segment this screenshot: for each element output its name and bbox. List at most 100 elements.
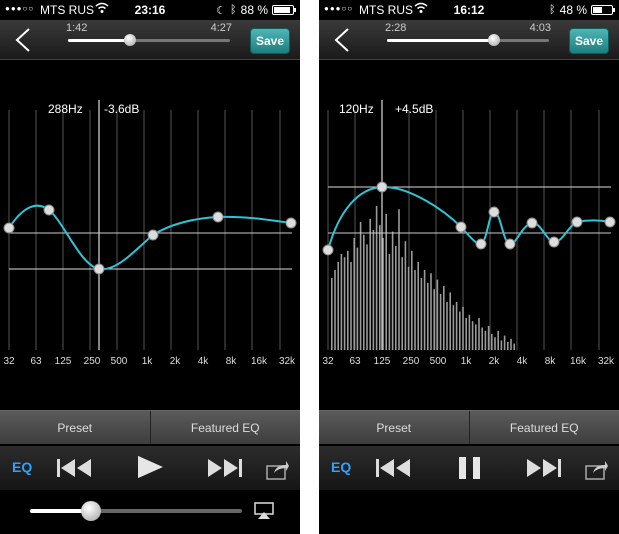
spectrum-bar: [420, 278, 423, 350]
skip-back-icon[interactable]: [55, 456, 95, 480]
eq-node[interactable]: [604, 216, 616, 228]
total-time: 4:03: [529, 22, 551, 34]
eq-node[interactable]: [526, 217, 538, 229]
player-topbar: 2:28 4:03 Save: [319, 20, 619, 60]
eq-node[interactable]: [475, 238, 487, 250]
moon-icon: ☾: [216, 4, 227, 17]
status-bar: ●●●○○ MTS RUS 16:12 ᛒ 48 %: [319, 0, 619, 20]
player-topbar: 1:42 4:27 Save: [0, 20, 300, 60]
back-button[interactable]: [329, 26, 355, 54]
spectrum-bar: [407, 266, 410, 350]
spectrum-bar: [331, 278, 333, 350]
eq-tabs: Preset Featured EQ: [0, 410, 300, 444]
save-button[interactable]: Save: [250, 28, 290, 54]
skip-forward-icon[interactable]: [204, 456, 244, 480]
spectrum-bar: [388, 254, 391, 350]
spectrum-bar: [430, 273, 432, 350]
spectrum-bar: [379, 225, 381, 350]
eq-chart-right[interactable]: 120Hz +4.5dB 32 63 125 250 500 1k 2k 4k …: [319, 60, 619, 410]
total-time: 4:27: [210, 22, 232, 34]
equalizer-graph[interactable]: 120Hz +4.5dB 32 63 125 250 500 1k 2k 4k …: [319, 60, 619, 410]
eq-node[interactable]: [43, 204, 55, 216]
freq-label: 32: [3, 356, 15, 367]
volume-slider[interactable]: [30, 501, 242, 521]
play-icon[interactable]: [134, 455, 166, 479]
spectrum-bar: [350, 262, 352, 350]
transport-controls: EQ: [0, 446, 300, 490]
spectrum-bar: [404, 241, 407, 350]
spectrum-bar: [513, 343, 515, 350]
share-icon[interactable]: [585, 458, 609, 482]
eq-node[interactable]: [455, 221, 467, 233]
back-button[interactable]: [10, 26, 36, 54]
eq-node[interactable]: [322, 244, 334, 256]
freq-label: 63: [349, 356, 361, 367]
spectrum-bar: [446, 302, 448, 350]
freq-axis: 32 63 125 250 500 1k 2k 4k 8k 16k 32k: [322, 356, 615, 367]
freq-label: 1k: [142, 356, 154, 367]
pause-icon[interactable]: [457, 456, 483, 480]
track-progress-slider[interactable]: [68, 34, 230, 46]
tab-featured-eq[interactable]: Featured EQ: [149, 411, 301, 444]
spectrum-bar: [484, 330, 487, 350]
eq-button[interactable]: EQ: [12, 459, 32, 475]
eq-band-lines: [8, 110, 281, 350]
spectrum-bar: [427, 282, 429, 350]
spectrum-bar: [385, 214, 387, 350]
airplay-icon[interactable]: [254, 502, 274, 520]
freq-label: 63: [30, 356, 42, 367]
freq-label: 4k: [517, 356, 529, 367]
spectrum-bar: [423, 270, 426, 350]
eq-node[interactable]: [488, 206, 500, 218]
freq-label: 32k: [279, 356, 296, 367]
spectrum-bar: [414, 270, 416, 350]
freq-label: 32k: [598, 356, 615, 367]
spectrum-bar: [369, 218, 371, 350]
eq-node[interactable]: [147, 229, 159, 241]
eq-node-selected[interactable]: [93, 263, 105, 275]
save-button[interactable]: Save: [569, 28, 609, 54]
status-bar: ●●●○○ MTS RUS 23:16 ☾ ᛒ 88 %: [0, 0, 300, 20]
tab-featured-eq[interactable]: Featured EQ: [468, 411, 619, 444]
progress-knob[interactable]: [123, 34, 136, 46]
transport-controls: EQ: [319, 446, 619, 490]
spectrum-bar: [401, 257, 403, 350]
freq-label: 2k: [170, 356, 182, 367]
tab-preset[interactable]: Preset: [319, 411, 469, 444]
spectrum-bar: [411, 250, 413, 350]
eq-chart-left[interactable]: 288Hz -3.6dB 32 63 125 250 500 1k 2k 4k …: [0, 60, 300, 410]
gain-readout: -3.6dB: [104, 102, 139, 116]
eq-node[interactable]: [504, 238, 516, 250]
elapsed-time: 2:28: [385, 22, 407, 34]
progress-knob[interactable]: [487, 34, 500, 46]
eq-node[interactable]: [548, 236, 560, 248]
track-progress-slider[interactable]: [387, 34, 549, 46]
eq-node-selected[interactable]: [376, 181, 388, 193]
share-icon[interactable]: [266, 458, 290, 482]
freq-label: 32: [322, 356, 334, 367]
spectrum-bar: [500, 340, 503, 350]
battery-icon: [591, 5, 615, 15]
spectrum-bar: [503, 335, 506, 350]
spectrum-bar: [497, 330, 499, 350]
equalizer-graph[interactable]: 288Hz -3.6dB 32 63 125 250 500 1k 2k 4k …: [0, 60, 300, 410]
spectrum-bar: [443, 286, 445, 350]
spectrum-bar: [494, 337, 496, 350]
battery-icon: [272, 5, 296, 15]
tab-preset[interactable]: Preset: [0, 411, 150, 444]
eq-button[interactable]: EQ: [331, 459, 351, 475]
eq-node[interactable]: [212, 211, 224, 223]
eq-node[interactable]: [571, 216, 583, 228]
eq-node[interactable]: [285, 217, 297, 229]
skip-back-icon[interactable]: [374, 456, 414, 480]
spectrum-bar: [471, 321, 474, 350]
volume-knob[interactable]: [81, 501, 102, 521]
eq-node[interactable]: [3, 222, 15, 234]
spectrum-bar: [449, 292, 451, 350]
bluetooth-icon: ᛒ: [230, 4, 237, 16]
skip-forward-icon[interactable]: [523, 456, 563, 480]
freq-label: 4k: [198, 356, 210, 367]
spectrum-bar: [375, 206, 378, 350]
spectrum-bar: [433, 289, 435, 350]
freq-label: 16k: [251, 356, 268, 367]
